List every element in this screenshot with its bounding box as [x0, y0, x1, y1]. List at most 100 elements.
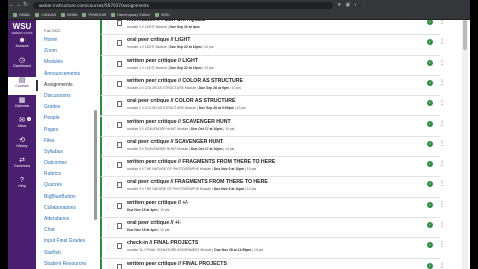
url-input[interactable]: weber.instructure.com/courses/567037/ass… — [33, 1, 333, 9]
drag-handle-icon[interactable]: ⋮⋮ — [106, 21, 116, 27]
course-nav-student-resources[interactable]: Student Resources — [36, 259, 92, 269]
published-check-icon[interactable]: ✓ — [427, 140, 433, 147]
more-options-icon[interactable]: ⋮ — [439, 38, 445, 46]
assignment-row[interactable]: ⋮⋮ oral peer critique // FRAGMENTS FROM T… — [100, 177, 445, 198]
course-nav-pages[interactable]: Pages — [36, 125, 92, 136]
more-options-icon[interactable]: ⋮ — [439, 20, 445, 26]
assignment-title[interactable]: written peer critique // +/- — [127, 200, 189, 206]
assignment-title[interactable]: written peer critique // SCAVENGER HUNT — [127, 119, 231, 125]
assignment-row[interactable]: ⋮⋮ check-in // FINAL PROJECTS module 11 //… — [100, 238, 445, 259]
more-options-icon[interactable]: ⋮ — [439, 120, 445, 128]
assignment-row[interactable]: ⋮⋮ written peer critique // FINAL PROJECT… — [100, 258, 445, 269]
assignment-row[interactable]: ⋮⋮ oral peer critique // SCAVENGER HUNT mo… — [100, 136, 445, 158]
bookmark-2[interactable]: NOBA — [61, 12, 77, 17]
global-nav-history[interactable]: ⟲ History — [8, 137, 36, 155]
bookmark-3[interactable]: POWHOW — [82, 12, 106, 17]
assignment-row[interactable]: ⋮⋮ written peer critique // COLOR AS STRU… — [100, 75, 445, 97]
drag-handle-icon[interactable]: ⋮⋮ — [106, 123, 116, 129]
published-check-icon[interactable]: ✓ — [427, 20, 433, 25]
course-nav-quizzes[interactable]: Quizzes — [36, 180, 92, 191]
assignment-row[interactable]: ⋮⋮ information // PEER CRITIQUES module 1 … — [100, 20, 445, 36]
course-nav-chat[interactable]: Chat — [36, 225, 92, 236]
more-options-icon[interactable]: ⋮ — [439, 99, 445, 107]
back-icon[interactable]: ← — [8, 0, 15, 10]
assignment-title[interactable]: written peer critique // COLOR AS STRUCT… — [127, 78, 243, 84]
assignment-row[interactable]: ⋮⋮ oral peer critique // LIGHT module 1 //… — [100, 35, 445, 56]
published-check-icon[interactable]: ✓ — [427, 39, 433, 46]
extension-icon[interactable]: ▣ — [345, 0, 350, 10]
bookmark-1[interactable]: CANVAS — [35, 12, 56, 17]
assignment-row[interactable]: ⋮⋮ written peer critique // +/- Due Nov 15… — [100, 197, 445, 218]
published-check-icon[interactable]: ✓ — [427, 120, 433, 127]
published-check-icon[interactable]: ✓ — [427, 79, 433, 86]
published-check-icon[interactable]: ✓ — [427, 100, 433, 107]
course-nav-input-final-grades[interactable]: Input Final Grades — [36, 236, 92, 247]
global-nav-account[interactable]: ☻ Account — [8, 37, 36, 55]
more-options-icon[interactable]: ⋮ — [439, 160, 445, 168]
bookmark-star-icon[interactable]: ★ — [337, 0, 341, 10]
assignment-row[interactable]: ⋮⋮ written peer critique // FRAGMENTS FRO… — [100, 157, 445, 178]
assignment-title[interactable]: oral peer critique // +/- — [127, 220, 181, 226]
published-check-icon[interactable]: ✓ — [427, 262, 433, 269]
assignment-title[interactable]: information // PEER CRITIQUES — [127, 20, 205, 23]
assignment-title[interactable]: check-in // FINAL PROJECTS — [127, 240, 198, 246]
assignment-row[interactable]: ⋮⋮ written peer critique // LIGHT module 1… — [100, 55, 445, 76]
assignment-title[interactable]: written peer critique // LIGHT — [127, 58, 198, 64]
bookmark-0[interactable]: GMAIL — [13, 12, 30, 17]
drag-handle-icon[interactable]: ⋮⋮ — [106, 183, 116, 189]
forward-icon[interactable]: → — [15, 0, 22, 10]
assignment-row[interactable]: ⋮⋮ written peer critique // SCAVENGER HUN… — [100, 116, 445, 137]
scrollbar-thumb[interactable] — [463, 20, 467, 50]
more-options-icon[interactable]: ⋮ — [439, 241, 445, 249]
drag-handle-icon[interactable]: ⋮⋮ — [106, 102, 116, 108]
reload-icon[interactable]: ↻ — [22, 0, 29, 10]
course-nav-files[interactable]: Files — [36, 136, 92, 147]
course-nav-discussions[interactable]: Discussions — [36, 91, 92, 102]
course-nav-people[interactable]: People — [36, 113, 92, 124]
global-nav-dashboard[interactable]: ◷ Dashboard — [8, 57, 36, 75]
published-check-icon[interactable]: ✓ — [427, 59, 433, 66]
course-nav-bigbluebutton[interactable]: BigBlueButton — [36, 192, 92, 203]
global-nav-help[interactable]: ? Help — [8, 177, 36, 195]
more-options-icon[interactable]: ⋮ — [439, 201, 445, 209]
more-options-icon[interactable]: ⋮ — [439, 140, 445, 148]
drag-handle-icon[interactable]: ⋮⋮ — [106, 224, 116, 230]
profile-icon[interactable]: ◐ — [354, 0, 357, 10]
drag-handle-icon[interactable]: ⋮⋮ — [106, 163, 116, 169]
assignment-title[interactable]: oral peer critique // FRAGMENTS FROM THE… — [127, 179, 268, 185]
assignment-title[interactable]: written peer critique // FRAGMENTS FROM … — [127, 159, 275, 165]
published-check-icon[interactable]: ✓ — [427, 242, 433, 249]
course-nav-zoom[interactable]: Zoom — [36, 46, 92, 57]
more-options-icon[interactable]: ⋮ — [439, 180, 445, 188]
assignment-title[interactable]: oral peer critique // LIGHT — [127, 37, 190, 43]
course-nav-collaborations[interactable]: Collaborations — [36, 203, 92, 214]
drag-handle-icon[interactable]: ⋮⋮ — [106, 244, 116, 250]
wsu-logo[interactable]: WSU WEBER STATE — [8, 23, 36, 36]
published-check-icon[interactable]: ✓ — [427, 201, 433, 208]
drag-handle-icon[interactable]: ⋮⋮ — [106, 265, 116, 269]
drag-handle-icon[interactable]: ⋮⋮ — [106, 82, 116, 88]
course-nav-scrollbar[interactable] — [94, 110, 97, 220]
browser-menu-icon[interactable]: ⋮ — [361, 0, 366, 10]
course-nav-rubrics[interactable]: Rubrics — [36, 169, 92, 180]
published-check-icon[interactable]: ✓ — [427, 181, 433, 188]
course-nav-home[interactable]: Home — [36, 35, 92, 46]
course-nav-announcements[interactable]: Announcements — [36, 69, 92, 80]
published-check-icon[interactable]: ✓ — [427, 222, 433, 228]
drag-handle-icon[interactable]: ⋮⋮ — [106, 143, 116, 149]
more-options-icon[interactable]: ⋮ — [439, 262, 445, 269]
assignment-title[interactable]: oral peer critique // COLOR AS STRUCTURE — [127, 98, 235, 104]
assignment-title[interactable]: oral peer critique // SCAVENGER HUNT — [127, 139, 223, 145]
course-nav-modules[interactable]: Modules — [36, 57, 92, 68]
course-nav-grades[interactable]: Grades — [36, 102, 92, 113]
bookmark-5[interactable]: WSU — [155, 12, 170, 17]
assignment-row[interactable]: ⋮⋮ oral peer critique // COLOR AS STRUCTU… — [100, 96, 445, 117]
more-options-icon[interactable]: ⋮ — [439, 79, 445, 87]
published-check-icon[interactable]: ✓ — [427, 161, 433, 168]
course-nav-syllabus[interactable]: Syllabus — [36, 147, 92, 158]
course-nav-outcomes[interactable]: Outcomes — [36, 158, 92, 169]
page-scrollbar[interactable] — [462, 20, 468, 269]
more-options-icon[interactable]: ⋮ — [439, 59, 445, 67]
global-nav-commons[interactable]: ⇄ Commons — [8, 157, 36, 175]
drag-handle-icon[interactable]: ⋮⋮ — [106, 41, 116, 47]
